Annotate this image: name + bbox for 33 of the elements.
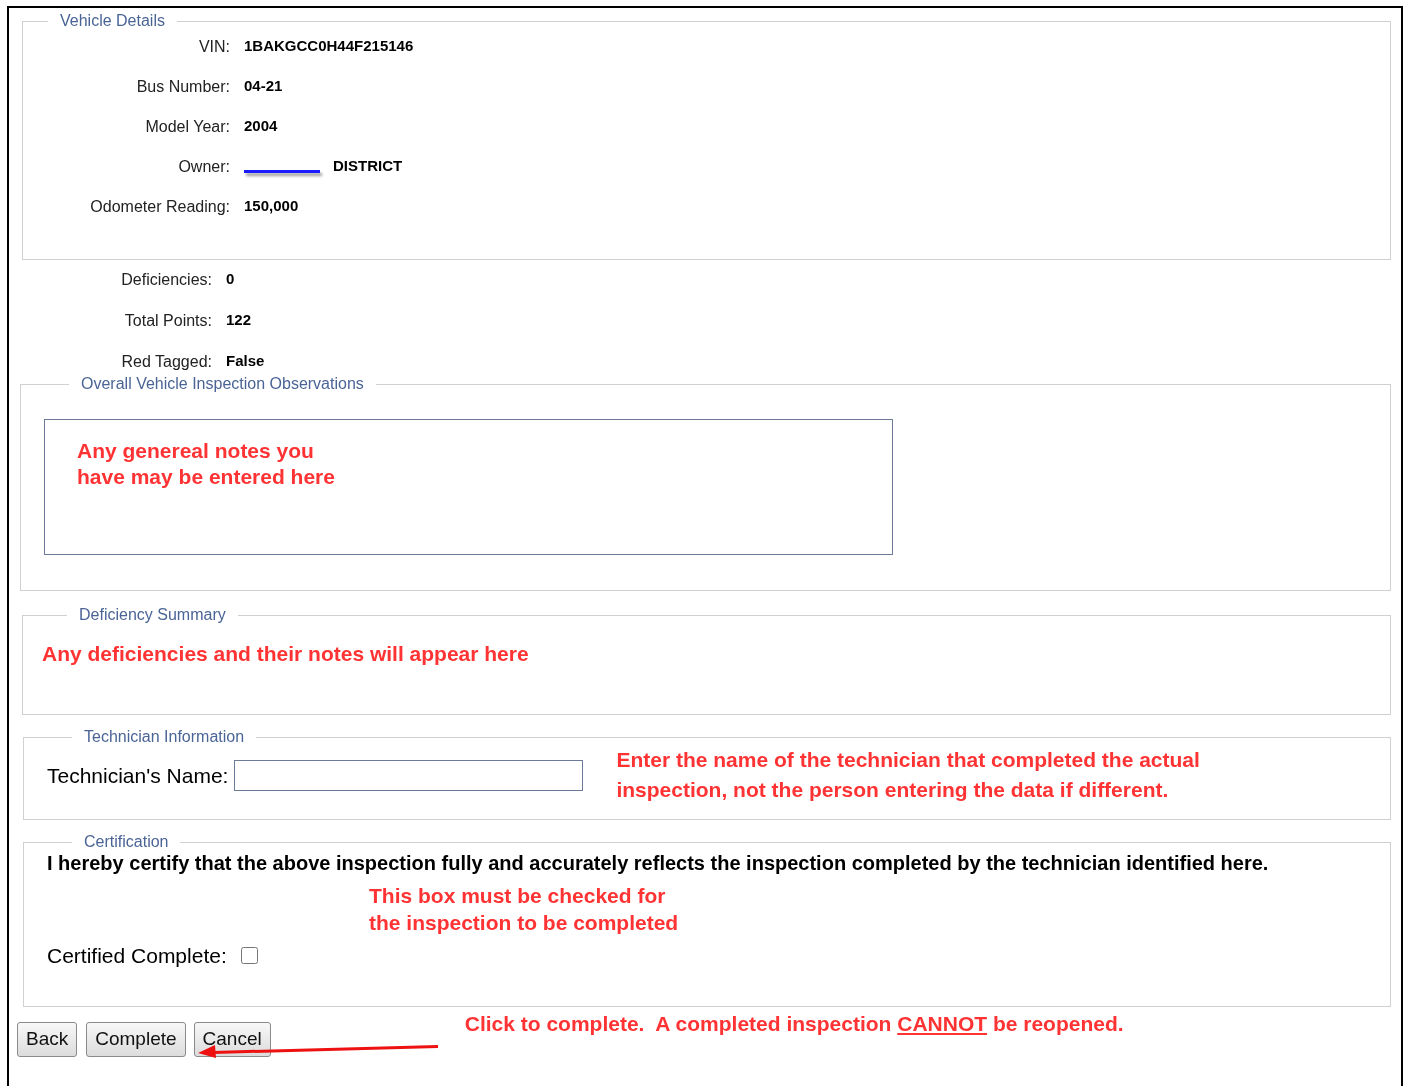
field-label: Deficiencies:	[120, 269, 212, 290]
technician-name-field[interactable]	[234, 760, 584, 791]
deficiency-note: Any deficiencies and their notes will appear here	[42, 641, 530, 667]
section-legend: Technician Information	[72, 728, 257, 746]
field-label: Certified Complete:	[47, 943, 227, 969]
form-button[interactable]: Back	[17, 1022, 78, 1057]
technician-note: Enter the name of the technician that completed the actual inspection, not the person entering the data if different.	[616, 747, 1201, 803]
field-value: 1BAKGCC0H44F215146	[244, 36, 414, 57]
field-label: Technician's Name:	[47, 763, 229, 789]
field-value: 150,000	[244, 196, 299, 217]
field-value: 04-21	[244, 76, 283, 97]
field-label: Owner:	[177, 156, 230, 177]
field-value: 122	[226, 310, 252, 331]
form-button[interactable]: Complete	[86, 1022, 186, 1057]
field-label: Red Tagged:	[120, 351, 212, 372]
field-value: DISTRICT	[333, 156, 403, 177]
field-value: 2004	[244, 116, 278, 137]
section-legend: Certification	[72, 833, 181, 851]
certification-statement: I hereby certify that the above inspection fully and accurately reflects the inspection completed by the technician identified here.	[47, 851, 1270, 876]
section-legend: Deficiency Summary	[67, 606, 238, 624]
complete-note: Click to complete. A completed inspection CANNOT be reopened.	[464, 1010, 1124, 1037]
notes-textarea[interactable]: Any genereal notes you have may be entered here	[44, 419, 893, 555]
field-value: 0	[226, 269, 235, 290]
section-legend: Vehicle Details	[48, 12, 177, 30]
checkbox-note: This box must be checked for the inspection to be completed	[369, 883, 680, 936]
field-value: False	[226, 351, 265, 372]
field-label: VIN:	[197, 36, 230, 57]
section-legend: Overall Vehicle Inspection Observations	[69, 375, 376, 393]
field-label: Model Year:	[144, 116, 230, 137]
field-label: Odometer Reading:	[89, 196, 230, 217]
certified-checkbox[interactable]	[240, 947, 258, 965]
field-label: Bus Number:	[135, 76, 230, 97]
field-label: Total Points:	[123, 310, 212, 331]
